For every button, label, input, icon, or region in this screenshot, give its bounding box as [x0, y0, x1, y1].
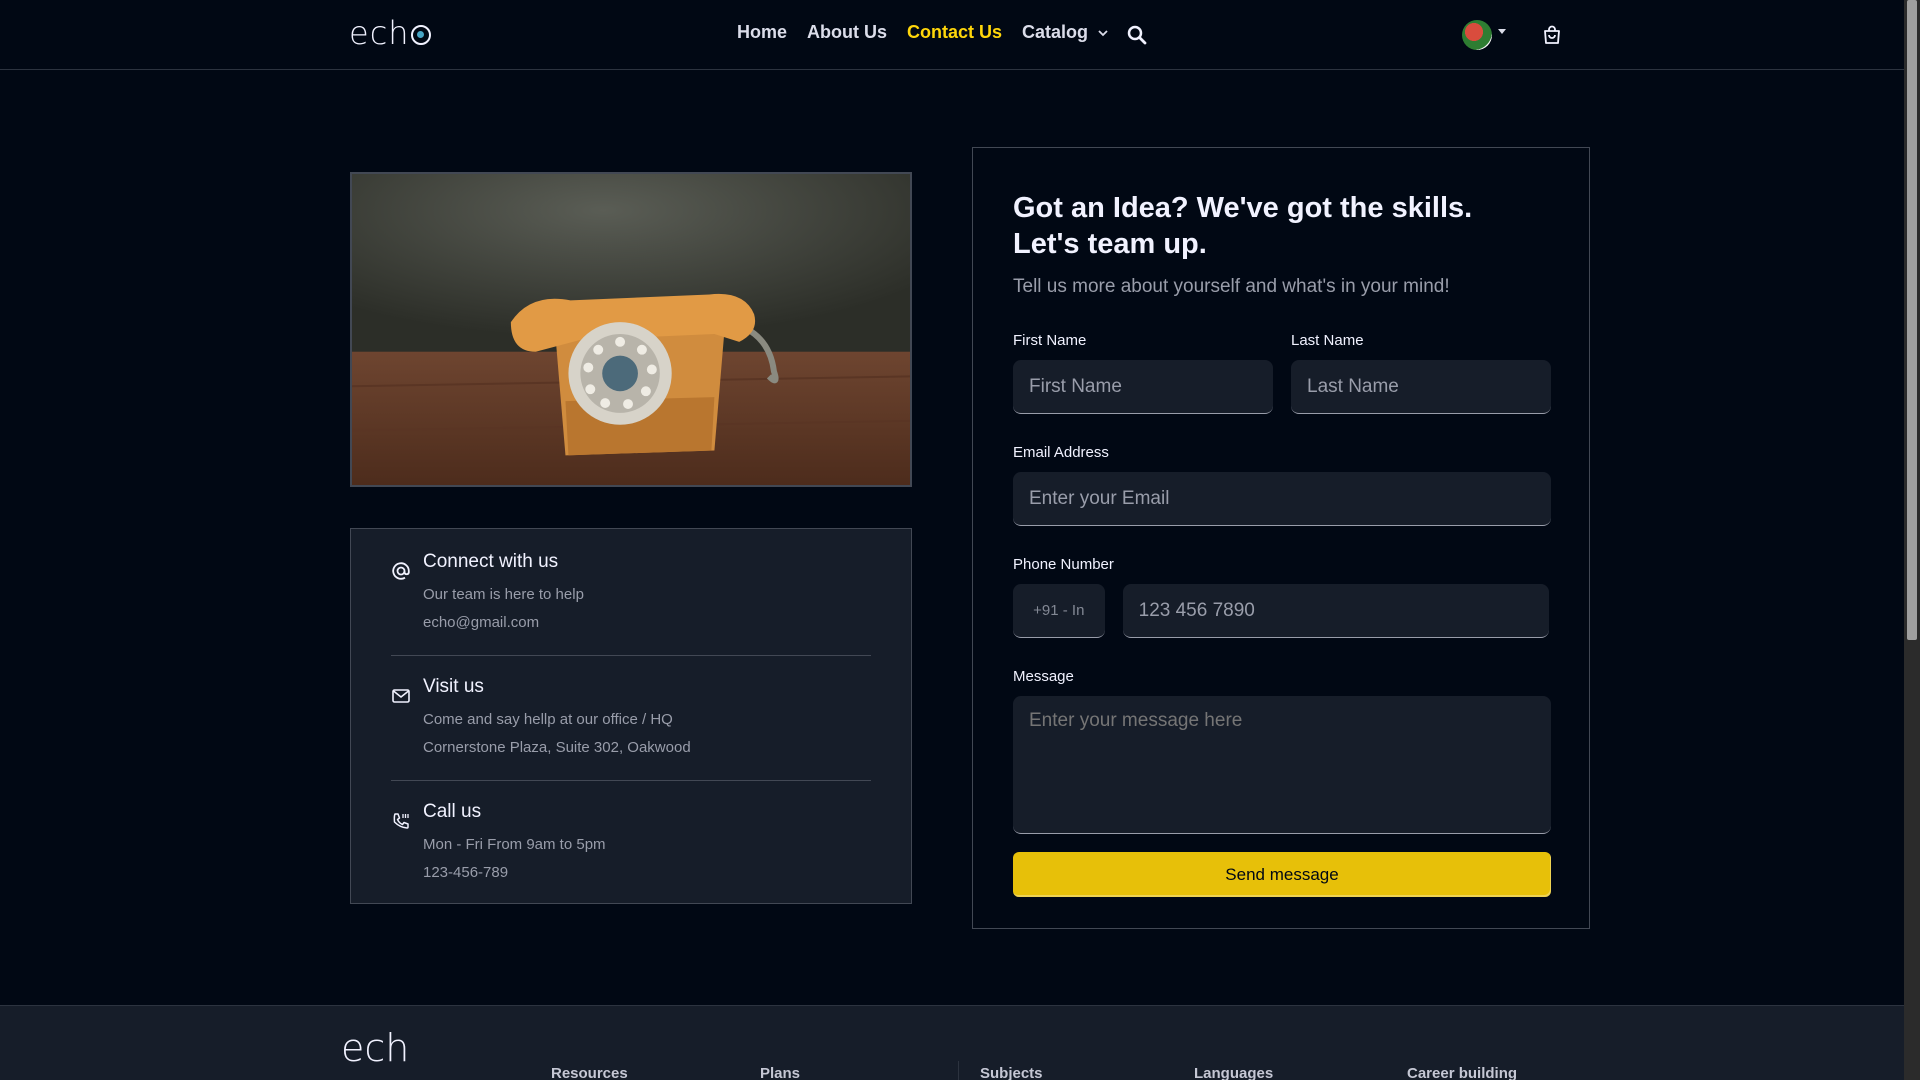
message-label: Message	[1013, 668, 1074, 685]
last-name-group: Last Name	[1291, 332, 1551, 414]
telephone-illustration	[352, 174, 910, 485]
message-textarea[interactable]	[1013, 696, 1551, 834]
contact-item-desc: Mon - Fri From 9am to 5pm	[423, 836, 606, 853]
phone-input[interactable]	[1122, 584, 1549, 638]
cart-icon[interactable]	[1542, 25, 1562, 45]
footer-col-subjects: Subjects	[980, 1065, 1043, 1080]
send-message-button[interactable]: Send message	[1013, 852, 1551, 897]
logo[interactable]: ech	[349, 14, 431, 52]
search-icon[interactable]	[1127, 25, 1147, 45]
nav-catalog[interactable]: Catalog	[1022, 22, 1108, 43]
nav-about[interactable]: About Us	[807, 22, 887, 43]
form-title: Got an Idea? We've got the skills. Let's…	[1013, 190, 1549, 262]
telephone-photo	[350, 172, 912, 487]
country-code-select[interactable]: +91 - In	[1013, 584, 1105, 638]
contact-form-card: Got an Idea? We've got the skills. Let's…	[972, 147, 1590, 929]
avatar[interactable]	[1462, 20, 1492, 50]
form-title-line1: Got an Idea? We've got the skills.	[1013, 192, 1473, 224]
message-group: Message	[1013, 668, 1551, 834]
nav-links: Home About Us Contact Us Catalog	[737, 22, 1108, 43]
footer-logo[interactable]: ech	[341, 1026, 409, 1070]
name-row: First Name Last Name	[1013, 332, 1551, 414]
last-name-label: Last Name	[1291, 332, 1364, 349]
phone-row: +91 - In	[1013, 584, 1549, 638]
footer: ech Resources Plans Subjects Languages C…	[0, 1005, 1904, 1080]
caret-down-icon[interactable]	[1497, 27, 1507, 35]
last-name-input[interactable]	[1291, 360, 1551, 414]
first-name-group: First Name	[1013, 332, 1273, 414]
scrollbar[interactable]	[1904, 0, 1920, 1080]
chevron-down-icon	[1098, 29, 1108, 36]
form-subtitle: Tell us more about yourself and what's i…	[1013, 276, 1450, 297]
mail-icon	[392, 689, 410, 703]
footer-col-plans: Plans	[760, 1065, 801, 1080]
email-label: Email Address	[1013, 444, 1109, 461]
phone-icon	[393, 813, 409, 829]
contact-item-value: 123-456-789	[423, 864, 509, 881]
first-name-input[interactable]	[1013, 360, 1273, 414]
contact-item-title: Connect with us	[423, 551, 559, 572]
email-group: Email Address	[1013, 444, 1551, 526]
form-title-line2: Let's team up.	[1013, 228, 1207, 260]
phone-group: Phone Number +91 - In	[1013, 556, 1549, 638]
nav-home[interactable]: Home	[737, 22, 787, 43]
nav-contact[interactable]: Contact Us	[907, 22, 1002, 43]
footer-col-resources: Resources	[551, 1065, 628, 1080]
logo-text: ech	[349, 14, 410, 52]
contact-info-card: Connect with us Our team is here to help…	[350, 528, 912, 904]
contact-item-value: echo@gmail.com	[423, 614, 540, 631]
footer-col-languages: Languages	[1194, 1065, 1274, 1080]
footer-col-career: Career building	[1407, 1065, 1518, 1080]
contact-item-title: Call us	[423, 801, 482, 822]
nav-catalog-label: Catalog	[1022, 22, 1089, 42]
at-icon	[392, 562, 410, 580]
contact-item-call: Call us Mon - Fri From 9am to 5pm 123-45…	[391, 780, 871, 905]
contact-item-connect: Connect with us Our team is here to help…	[391, 551, 871, 655]
navbar: ech Home About Us Contact Us Catalog	[0, 0, 1904, 70]
contact-item-desc: Our team is here to help	[423, 586, 584, 603]
footer-divider	[958, 1061, 959, 1080]
contact-item-desc: Come and say hellp at our office / HQ	[423, 711, 673, 728]
first-name-label: First Name	[1013, 332, 1087, 349]
email-input[interactable]	[1013, 472, 1551, 526]
scrollbar-thumb[interactable]	[1907, 0, 1917, 640]
contact-item-visit: Visit us Come and say hellp at our offic…	[391, 655, 871, 780]
contact-item-title: Visit us	[423, 676, 484, 697]
phone-label: Phone Number	[1013, 556, 1114, 573]
logo-mark	[410, 25, 431, 45]
contact-item-value: Cornerstone Plaza, Suite 302, Oakwood	[423, 739, 691, 756]
